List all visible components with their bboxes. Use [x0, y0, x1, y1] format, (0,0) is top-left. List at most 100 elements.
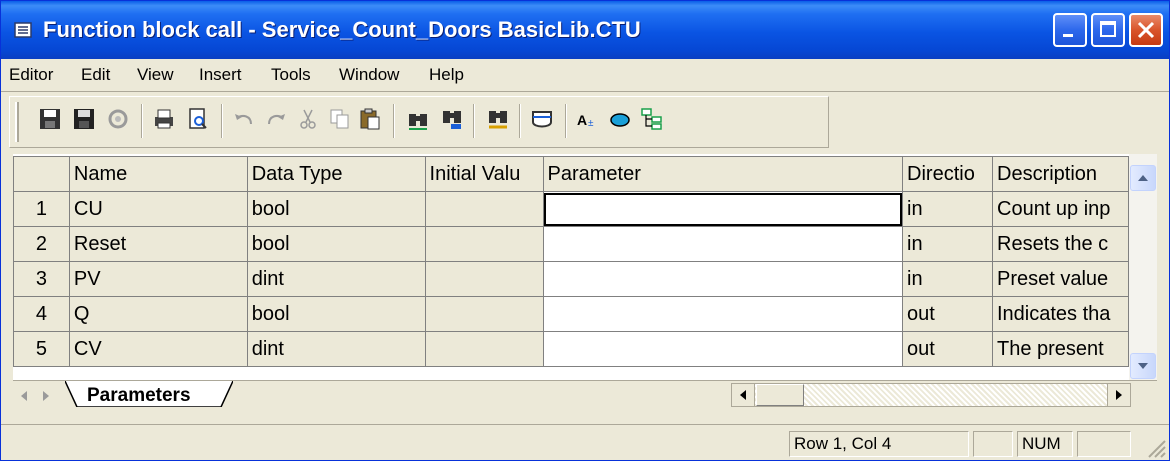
horizontal-scrollbar[interactable]: [731, 383, 1131, 407]
cell-parameter[interactable]: [542, 296, 904, 332]
menu-editor[interactable]: Editor: [9, 65, 53, 85]
cell-description[interactable]: The present: [992, 331, 1129, 367]
column-header-description[interactable]: Description: [992, 156, 1129, 192]
cell-initial-value[interactable]: [424, 296, 544, 332]
print-preview-icon[interactable]: [185, 106, 211, 132]
column-header-initial-value[interactable]: Initial Valu: [424, 156, 544, 192]
column-header-name[interactable]: Name: [68, 156, 248, 192]
redo-icon[interactable]: [263, 106, 289, 132]
status-cursor-position: Row 1, Col 4: [789, 431, 969, 457]
cell-name[interactable]: PV: [68, 261, 248, 297]
cell-description[interactable]: Preset value: [992, 261, 1129, 297]
scroll-left-button[interactable]: [732, 384, 755, 406]
row-number[interactable]: 3: [13, 261, 70, 297]
scroll-thumb[interactable]: [756, 384, 804, 406]
maximize-icon: [1100, 21, 1116, 37]
compile-icon[interactable]: [105, 106, 131, 132]
minimize-button[interactable]: [1053, 13, 1087, 47]
maximize-button[interactable]: [1091, 13, 1125, 47]
status-bar: Row 1, Col 4 NUM: [1, 424, 1169, 460]
close-button[interactable]: [1129, 13, 1163, 47]
ellipse-icon[interactable]: [607, 106, 633, 132]
chevron-down-icon: [1138, 363, 1148, 369]
toolbar-grip[interactable]: [15, 102, 19, 142]
svg-text:A: A: [577, 112, 587, 128]
cell-direction[interactable]: in: [902, 191, 993, 227]
print-icon[interactable]: [151, 106, 177, 132]
cell-data-type[interactable]: bool: [246, 191, 426, 227]
cell-direction[interactable]: out: [902, 331, 993, 367]
cell-name[interactable]: CV: [68, 331, 248, 367]
cell-parameter[interactable]: [542, 226, 904, 262]
menu-help[interactable]: Help: [429, 65, 464, 85]
cell-direction[interactable]: out: [902, 296, 993, 332]
column-header-direction[interactable]: Directio: [902, 156, 993, 192]
scroll-down-button[interactable]: [1130, 353, 1156, 379]
scroll-up-button[interactable]: [1130, 165, 1156, 191]
chevron-right-icon: [1116, 390, 1122, 400]
cell-initial-value[interactable]: [424, 191, 544, 227]
cell-name[interactable]: Reset: [68, 226, 248, 262]
save-icon[interactable]: [37, 106, 63, 132]
cell-initial-value[interactable]: [424, 331, 544, 367]
undo-icon[interactable]: [231, 106, 257, 132]
function-block-window: Function block call - Service_Count_Door…: [0, 0, 1170, 461]
vertical-scrollbar[interactable]: [1129, 154, 1157, 380]
cell-parameter[interactable]: [542, 261, 904, 297]
status-num-lock: NUM: [1017, 431, 1073, 457]
find-icon[interactable]: [405, 106, 431, 132]
chevron-left-icon: [740, 390, 746, 400]
table-row: 5 CV dint out The present: [13, 331, 1129, 367]
menu-view[interactable]: View: [137, 65, 174, 85]
table-row: 2 Reset bool in Resets the c: [13, 226, 1129, 262]
text-icon[interactable]: A ±: [575, 106, 601, 132]
row-number[interactable]: 2: [13, 226, 70, 262]
table-row: 4 Q bool out Indicates tha: [13, 296, 1129, 332]
save-all-icon[interactable]: [71, 106, 97, 132]
menu-insert[interactable]: Insert: [199, 65, 242, 85]
cell-direction[interactable]: in: [902, 261, 993, 297]
parameter-grid: Name Data Type Initial Valu Parameter Di…: [13, 154, 1129, 380]
cell-description[interactable]: Resets the c: [992, 226, 1129, 262]
tab-parameters-label[interactable]: Parameters: [87, 385, 191, 407]
title-bar[interactable]: Function block call - Service_Count_Door…: [1, 1, 1169, 59]
toolbar: A ±: [1, 92, 1169, 152]
copy-icon[interactable]: [327, 106, 353, 132]
resize-grip-icon[interactable]: [1143, 435, 1167, 459]
tab-scroll-left-icon[interactable]: [13, 385, 35, 407]
cell-initial-value[interactable]: [424, 226, 544, 262]
cell-name[interactable]: Q: [68, 296, 248, 332]
row-number[interactable]: 1: [13, 191, 70, 227]
cell-direction[interactable]: in: [902, 226, 993, 262]
cell-data-type[interactable]: dint: [246, 331, 426, 367]
find-next-icon[interactable]: [439, 106, 465, 132]
status-panel-empty: [973, 431, 1013, 457]
app-icon: [14, 22, 32, 38]
cell-description[interactable]: Count up inp: [992, 191, 1129, 227]
cell-initial-value[interactable]: [424, 261, 544, 297]
tab-scroll-right-icon[interactable]: [35, 385, 57, 407]
cell-data-type[interactable]: dint: [246, 261, 426, 297]
paste-icon[interactable]: [357, 106, 383, 132]
column-header-parameter[interactable]: Parameter: [542, 156, 904, 192]
cell-parameter[interactable]: [542, 331, 904, 367]
hierarchy-icon[interactable]: [639, 106, 665, 132]
insert-row-icon[interactable]: [529, 106, 555, 132]
cell-name[interactable]: CU: [68, 191, 248, 227]
cell-description[interactable]: Indicates tha: [992, 296, 1129, 332]
menu-tools[interactable]: Tools: [271, 65, 311, 85]
cell-data-type[interactable]: bool: [246, 226, 426, 262]
replace-icon[interactable]: [485, 106, 511, 132]
tab-row: Parameters: [13, 380, 1157, 411]
scroll-right-button[interactable]: [1107, 384, 1130, 406]
row-number[interactable]: 4: [13, 296, 70, 332]
column-header-data-type[interactable]: Data Type: [246, 156, 426, 192]
header-row: Name Data Type Initial Valu Parameter Di…: [13, 156, 1129, 192]
row-number[interactable]: 5: [13, 331, 70, 367]
menu-window[interactable]: Window: [339, 65, 399, 85]
menu-edit[interactable]: Edit: [81, 65, 110, 85]
cut-icon[interactable]: [295, 106, 321, 132]
corner-cell[interactable]: [13, 156, 70, 192]
cell-parameter-active[interactable]: [542, 191, 904, 227]
cell-data-type[interactable]: bool: [246, 296, 426, 332]
